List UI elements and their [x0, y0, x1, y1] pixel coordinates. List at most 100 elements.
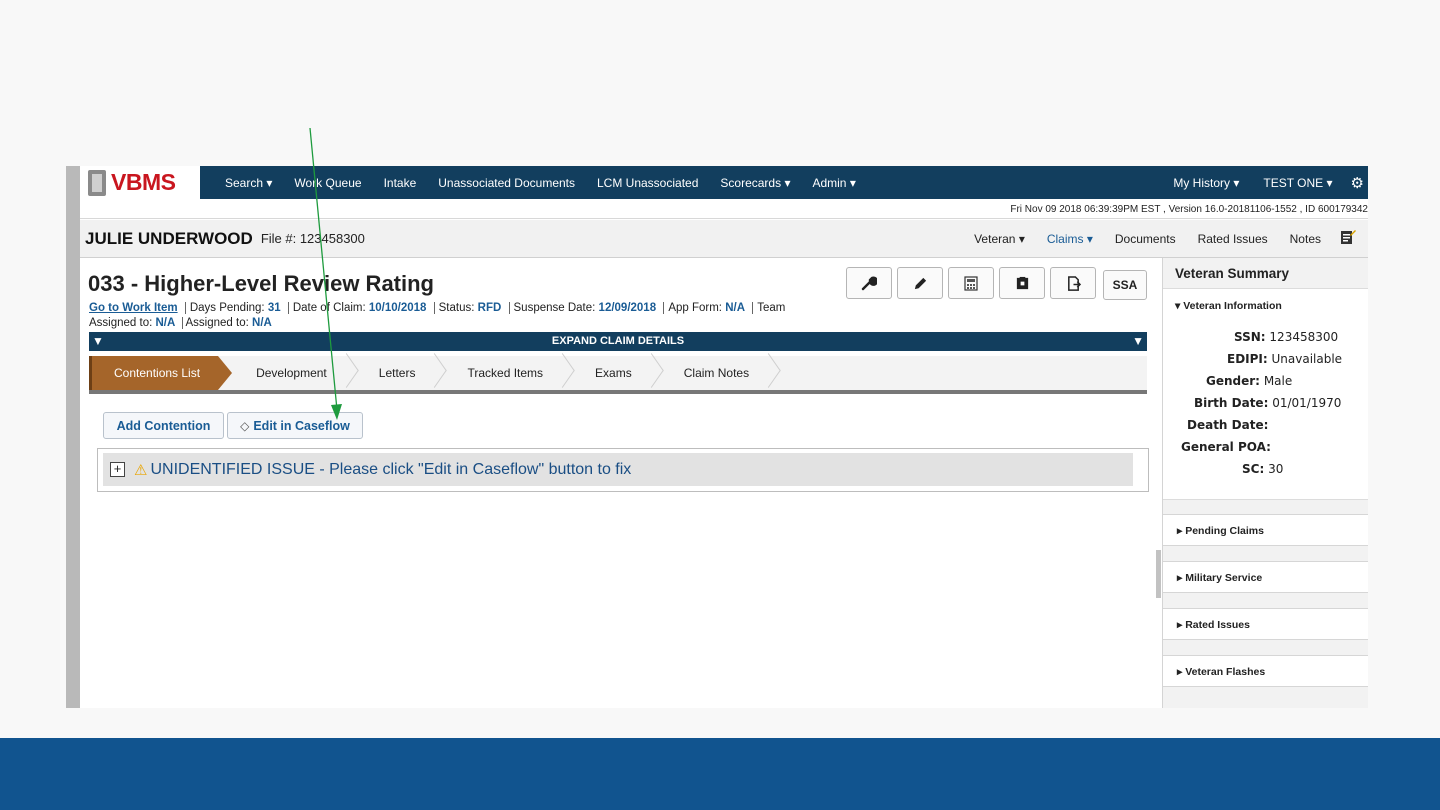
- gear-icon[interactable]: ⚙: [1345, 174, 1368, 192]
- veteran-flashes-section[interactable]: ▸ Veteran Flashes: [1163, 655, 1368, 687]
- claim-meta-row: Go to Work Item Days Pending: 31 Date of…: [89, 302, 785, 314]
- assigned-to-label: Assigned to:: [89, 317, 153, 330]
- calculator-icon: [964, 275, 978, 291]
- archive-button[interactable]: [999, 267, 1045, 299]
- death-date-row: Death Date:: [1187, 418, 1268, 432]
- veteran-info-fields: SSN: 123458300 EDIPI: Unavailable Gender…: [1163, 319, 1368, 499]
- pending-claims-title: Pending Claims: [1185, 525, 1264, 537]
- app-form-label: App Form:: [668, 302, 722, 315]
- caret-down-icon: ▾: [1175, 300, 1181, 312]
- days-pending-value: 31: [267, 302, 281, 315]
- edit-in-caseflow-label: Edit in Caseflow: [253, 418, 350, 433]
- nav-intake[interactable]: Intake: [373, 176, 428, 190]
- military-service-section[interactable]: ▸ Military Service: [1163, 561, 1368, 593]
- nav-lcm-unassociated[interactable]: LCM Unassociated: [586, 176, 709, 190]
- claim-title: 033 - Higher-Level Review Rating: [88, 271, 434, 296]
- status-value: RFD: [477, 302, 502, 315]
- chevron-down-icon: ▾: [266, 175, 273, 190]
- tab-letters[interactable]: Letters: [353, 356, 442, 390]
- nav-user-label: TEST ONE: [1263, 175, 1324, 190]
- general-poa-label: General POA:: [1181, 440, 1271, 454]
- veteran-name: JULIE UNDERWOOD: [85, 228, 253, 248]
- date-of-claim-value: 10/10/2018: [368, 302, 427, 315]
- sc-row: SC: 30: [1242, 462, 1283, 476]
- add-contention-button[interactable]: Add Contention: [103, 412, 224, 439]
- claim-toolbar: SSA: [846, 267, 1147, 300]
- edit-in-caseflow-button[interactable]: ◇ Edit in Caseflow: [227, 412, 363, 439]
- archive-icon: [1016, 276, 1028, 289]
- days-pending-label: Days Pending:: [189, 302, 265, 315]
- nav-admin-label: Admin: [812, 175, 847, 190]
- vbms-window: VBMS Search ▾ Work Queue Intake Unassoci…: [66, 166, 1368, 708]
- app-form-value: N/A: [725, 302, 746, 315]
- caret-right-icon: ▸: [1177, 525, 1183, 537]
- notes-edit-icon[interactable]: [1332, 229, 1364, 249]
- assigned-to-value: N/A: [155, 317, 176, 330]
- veteran-bar: JULIE UNDERWOOD File #: 123458300 Vetera…: [80, 220, 1368, 258]
- military-service-title: Military Service: [1185, 572, 1263, 584]
- vbms-logo-text: VBMS: [111, 169, 176, 195]
- tab-veteran[interactable]: Veteran ▾: [963, 232, 1036, 246]
- nav-my-history[interactable]: My History ▾: [1161, 176, 1251, 190]
- tab-contentions-list[interactable]: Contentions List: [89, 356, 233, 390]
- tab-claims-label: Claims: [1046, 231, 1084, 246]
- veteran-information-toggle[interactable]: ▾ Veteran Information: [1163, 289, 1368, 319]
- veteran-information-title: Veteran Information: [1183, 300, 1282, 312]
- calculator-button[interactable]: [948, 267, 994, 299]
- triangle-down-icon: ▼: [92, 334, 104, 348]
- footer-band: [0, 738, 1440, 810]
- expand-claim-details-label: EXPAND CLAIM DETAILS: [551, 335, 685, 347]
- rated-issues-section[interactable]: ▸ Rated Issues: [1163, 608, 1368, 640]
- ssn-label: SSN:: [1234, 330, 1266, 344]
- wrench-button[interactable]: [846, 267, 892, 299]
- suspense-date-label: Suspense Date:: [513, 302, 596, 315]
- nav-scorecards[interactable]: Scorecards ▾: [709, 176, 801, 190]
- export-button[interactable]: [1050, 267, 1096, 299]
- triangle-down-icon: ▼: [1132, 334, 1144, 348]
- session-info: Fri Nov 09 2018 06:39:39PM EST , Version…: [80, 199, 1368, 219]
- file-number: File #: 123458300: [260, 231, 365, 246]
- tab-veteran-label: Veteran: [974, 231, 1016, 246]
- tab-claims[interactable]: Claims ▾: [1036, 232, 1104, 246]
- edit-button[interactable]: [897, 267, 943, 299]
- ssa-button[interactable]: SSA: [1103, 270, 1147, 300]
- pending-claims-section[interactable]: ▸ Pending Claims: [1163, 514, 1368, 546]
- edipi-value: Unavailable: [1271, 352, 1343, 366]
- panel-scrollbar[interactable]: [1156, 550, 1161, 598]
- claim-assignment-row: Assigned to: N/A Assigned to: N/A: [89, 317, 272, 329]
- chevron-down-icon: ▾: [849, 175, 856, 190]
- nav-search-label: Search: [225, 175, 264, 190]
- nav-admin[interactable]: Admin ▾: [801, 176, 866, 190]
- pencil-icon: [914, 277, 926, 289]
- tab-documents[interactable]: Documents: [1104, 232, 1187, 246]
- expand-toggle[interactable]: +: [110, 462, 125, 477]
- nav-search[interactable]: Search ▾: [214, 176, 283, 190]
- ssn-value: 123458300: [1269, 330, 1339, 344]
- gender-value: Male: [1263, 374, 1293, 388]
- gender-label: Gender:: [1206, 374, 1260, 388]
- nav-unassociated-documents[interactable]: Unassociated Documents: [427, 176, 586, 190]
- vbms-logo[interactable]: VBMS: [80, 166, 200, 199]
- tab-rated-issues[interactable]: Rated Issues: [1187, 232, 1279, 246]
- edipi-row: EDIPI: Unavailable: [1227, 352, 1342, 366]
- nav-work-queue[interactable]: Work Queue: [283, 176, 372, 190]
- tab-exams[interactable]: Exams: [569, 356, 658, 390]
- expand-claim-details-bar[interactable]: ▼ EXPAND CLAIM DETAILS ▼: [89, 332, 1147, 351]
- birth-date-row: Birth Date: 01/01/1970: [1194, 396, 1341, 410]
- wrench-icon: [861, 276, 877, 291]
- top-nav: VBMS Search ▾ Work Queue Intake Unassoci…: [80, 166, 1368, 199]
- contention-list: + ⚠ UNIDENTIFIED ISSUE - Please click "E…: [97, 448, 1149, 492]
- caret-right-icon: ▸: [1177, 572, 1183, 584]
- tab-tracked-items[interactable]: Tracked Items: [441, 356, 569, 390]
- tab-notes[interactable]: Notes: [1279, 232, 1332, 246]
- tab-claim-notes[interactable]: Claim Notes: [658, 356, 775, 390]
- nav-user-menu[interactable]: TEST ONE ▾: [1251, 176, 1344, 190]
- nav-my-history-label: My History: [1173, 175, 1230, 190]
- warning-icon: ⚠: [134, 461, 148, 479]
- claim-step-tabs: Contentions List Development Letters Tra…: [89, 356, 1147, 394]
- sc-value: 30: [1268, 462, 1284, 476]
- go-to-work-item-link[interactable]: Go to Work Item: [89, 302, 178, 314]
- vbms-logo-icon: [88, 169, 106, 196]
- tab-development[interactable]: Development: [218, 356, 353, 390]
- general-poa-row: General POA:: [1181, 440, 1271, 454]
